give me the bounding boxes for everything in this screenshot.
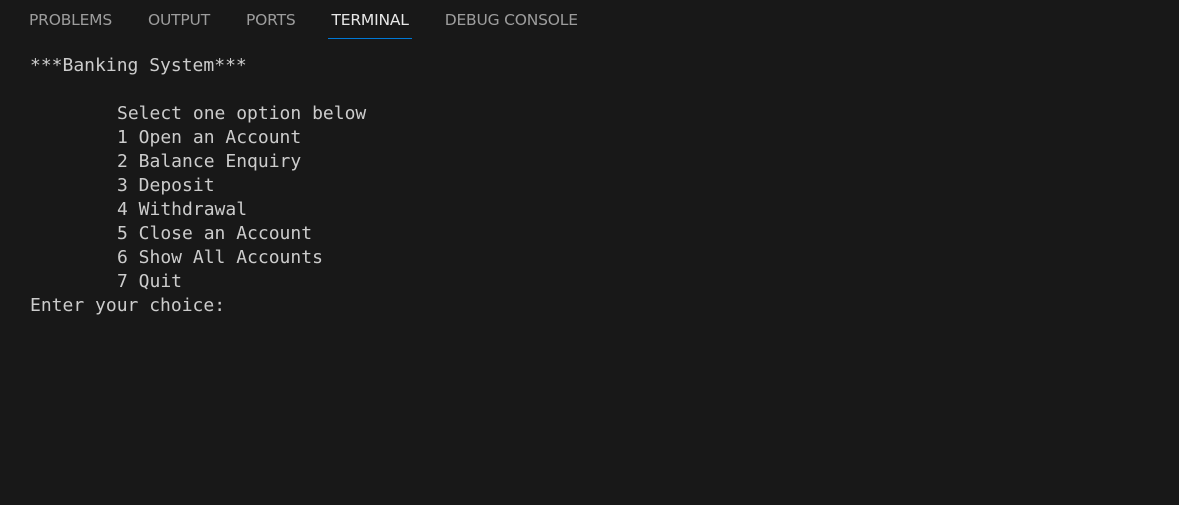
menu-option: 6 Show All Accounts [117, 247, 323, 268]
menu-option: 1 Open an Account [117, 127, 302, 148]
tab-debug-console[interactable]: DEBUG CONSOLE [445, 0, 578, 40]
active-tab-indicator [328, 38, 412, 39]
terminal-output[interactable]: ***Banking System*** Select one option b… [0, 40, 1179, 505]
menu-option: 5 Close an Account [117, 223, 313, 244]
menu-option: 2 Balance Enquiry [117, 151, 302, 172]
panel-tab-bar: PROBLEMS OUTPUT PORTS TERMINAL DEBUG CON… [0, 0, 1179, 40]
menu-option: 3 Deposit [117, 175, 215, 196]
tab-ports[interactable]: PORTS [246, 0, 296, 40]
menu-option: 4 Withdrawal [117, 199, 248, 220]
menu-option: 7 Quit [117, 271, 183, 292]
menu-heading: Select one option below [117, 103, 367, 124]
tab-output[interactable]: OUTPUT [148, 0, 210, 40]
input-prompt: Enter your choice: [30, 295, 226, 316]
tab-terminal[interactable]: TERMINAL [328, 0, 412, 40]
tab-problems[interactable]: PROBLEMS [29, 0, 112, 40]
tab-terminal-label: TERMINAL [331, 11, 409, 29]
terminal-title-line: ***Banking System*** [30, 55, 247, 76]
